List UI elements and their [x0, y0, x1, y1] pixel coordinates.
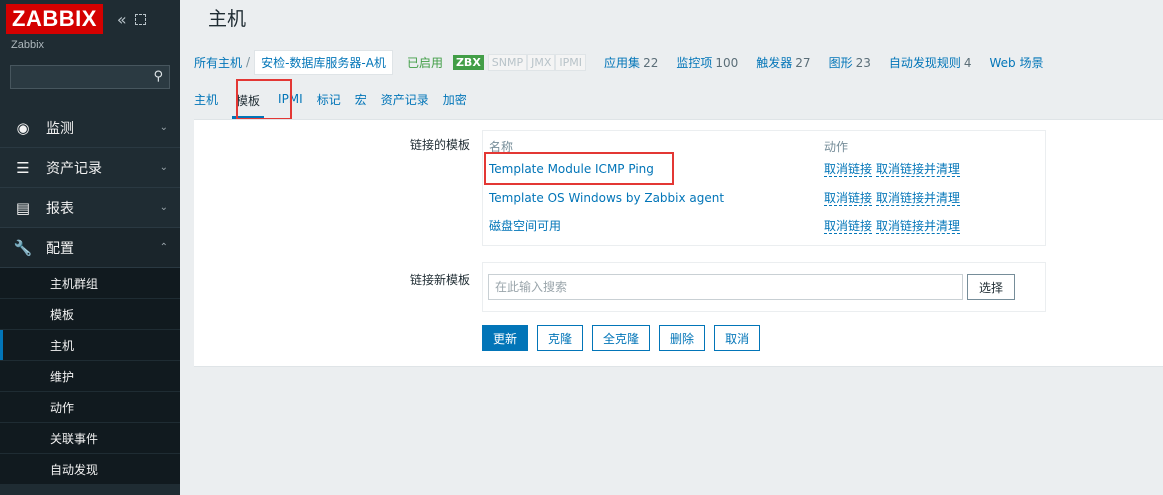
nav-link-count: 100	[715, 55, 739, 70]
eye-icon: ◉	[16, 118, 30, 137]
status-badge[interactable]: 已启用	[407, 54, 443, 71]
menu-item-label: 资产记录	[46, 160, 102, 177]
table-row: Template OS Windows by Zabbix agent	[489, 188, 724, 208]
configuration-submenu: 主机群组 模板 主机 维护 动作 关联事件 自动发现	[0, 268, 180, 485]
nav-link-graphs[interactable]: 图形 23	[829, 54, 871, 71]
tab-host[interactable]: 主机	[194, 85, 218, 119]
unlink-button[interactable]: 取消链接	[824, 219, 873, 234]
nav-link-label: 应用集	[604, 55, 641, 70]
chevron-down-icon: ⌄	[159, 122, 168, 133]
zabbix-logo[interactable]: ZABBIX	[6, 4, 103, 34]
nav-link-label: Web 场景	[989, 55, 1044, 70]
logo-row: ZABBIX «	[6, 3, 146, 35]
breadcrumb-all-hosts[interactable]: 所有主机	[194, 54, 242, 71]
submenu-correlation[interactable]: 关联事件	[0, 423, 180, 454]
submenu-hosts[interactable]: 主机	[0, 330, 180, 361]
kiosk-mode-icon[interactable]	[134, 13, 146, 25]
submenu-templates[interactable]: 模板	[0, 299, 180, 330]
sidebar-search-input[interactable]: ⚲	[10, 65, 170, 89]
unlink-button[interactable]: 取消链接	[824, 191, 873, 206]
unlink-and-clear-button[interactable]: 取消链接并清理	[876, 162, 961, 177]
page-title: 主机	[208, 8, 247, 30]
submenu-maintenance[interactable]: 维护	[0, 361, 180, 392]
column-header-action: 动作	[824, 140, 849, 154]
breadcrumb-current-host[interactable]: 安检-数据库服务器-A机	[254, 49, 393, 75]
update-button[interactable]: 更新	[482, 325, 529, 351]
link-new-templates-label: 链接新模板	[410, 273, 471, 287]
submenu-discovery[interactable]: 自动发现	[0, 454, 180, 485]
link-new-templates-box: 选择	[482, 262, 1046, 312]
server-name: Zabbix	[11, 39, 45, 51]
ipmi-availability-badge: IPMI	[555, 53, 587, 71]
nav-link-count: 4	[963, 55, 972, 70]
clone-button[interactable]: 克隆	[537, 325, 584, 351]
nav-link-items[interactable]: 监控项 100	[676, 54, 738, 71]
nav-link-count: 27	[795, 55, 811, 70]
chevron-down-icon: ⌄	[159, 162, 168, 173]
form-buttons: 更新 克隆 全克隆 删除 取消	[482, 325, 769, 351]
nav-link-label: 监控项	[676, 55, 713, 70]
template-row-highlight-box	[484, 152, 674, 185]
row-actions: 取消链接 取消链接并清理	[824, 159, 964, 179]
row-actions: 取消链接 取消链接并清理	[824, 188, 964, 208]
unlink-button[interactable]: 取消链接	[824, 162, 873, 177]
template-link[interactable]: Template OS Windows by Zabbix agent	[489, 191, 724, 205]
menu-item-inventory[interactable]: ☰ 资产记录 ⌄	[0, 148, 180, 188]
select-button[interactable]: 选择	[967, 274, 1015, 300]
jmx-availability-badge: JMX	[527, 53, 556, 71]
menu-item-reports[interactable]: ▤ 报表 ⌄	[0, 188, 180, 228]
collapse-sidebar-icon[interactable]: «	[117, 10, 127, 29]
tab-tags[interactable]: 标记	[317, 85, 341, 119]
submenu-host-groups[interactable]: 主机群组	[0, 268, 180, 299]
linked-templates-label: 链接的模板	[410, 138, 471, 152]
nav-link-count: 23	[855, 55, 871, 70]
nav-link-count: 22	[643, 55, 659, 70]
nav-link-discovery-rules[interactable]: 自动发现规则 4	[889, 54, 972, 71]
tab-macros[interactable]: 宏	[355, 85, 367, 119]
row-actions: 取消链接 取消链接并清理	[824, 216, 964, 236]
menu-item-label: 监测	[46, 120, 74, 137]
tab-inventory[interactable]: 资产记录	[381, 85, 429, 119]
wrench-icon: 🔧	[13, 238, 33, 257]
main-content: 主机 所有主机 / 安检-数据库服务器-A机 已启用 ZBX SNMP JMX …	[180, 0, 1163, 495]
nav-link-label: 图形	[828, 55, 853, 70]
template-link[interactable]: 磁盘空间可用	[489, 219, 561, 233]
nav-link-web-scenarios[interactable]: Web 场景	[990, 54, 1044, 71]
menu-item-label: 配置	[46, 240, 74, 257]
nav-link-label: 自动发现规则	[888, 55, 961, 70]
templates-form: 链接的模板 名称 动作 Template Module ICMP Ping 取消…	[194, 119, 1163, 367]
templates-tab-highlight-box	[236, 79, 292, 120]
unlink-and-clear-button[interactable]: 取消链接并清理	[876, 191, 961, 206]
delete-button[interactable]: 删除	[659, 325, 706, 351]
search-icon[interactable]: ⚲	[153, 69, 163, 84]
zbx-availability-badge: ZBX	[452, 54, 484, 70]
template-search-input[interactable]	[488, 274, 963, 300]
chevron-down-icon: ⌄	[159, 202, 168, 213]
host-navigation: 所有主机 / 安检-数据库服务器-A机 已启用 ZBX SNMP JMX IPM…	[194, 47, 1044, 77]
linked-templates-table: 名称 动作 Template Module ICMP Ping 取消链接 取消链接…	[482, 130, 1046, 246]
nav-link-triggers[interactable]: 触发器 27	[756, 54, 810, 71]
menu-item-label: 报表	[46, 200, 74, 217]
menu-item-monitoring[interactable]: ◉ 监测 ⌄	[0, 108, 180, 148]
menu-item-configuration[interactable]: 🔧 配置 ⌃	[0, 228, 180, 268]
main-menu: ◉ 监测 ⌄ ☰ 资产记录 ⌄ ▤ 报表 ⌄ 🔧 配置 ⌃ 主机群组 模板 主机…	[0, 108, 180, 485]
nav-link-label: 触发器	[756, 55, 793, 70]
submenu-actions[interactable]: 动作	[0, 392, 180, 423]
list-icon: ☰	[16, 158, 30, 177]
chevron-up-icon: ⌃	[159, 242, 168, 253]
tab-encryption[interactable]: 加密	[443, 85, 467, 119]
unlink-and-clear-button[interactable]: 取消链接并清理	[876, 219, 961, 234]
breadcrumb-separator: /	[246, 55, 251, 69]
bar-chart-icon: ▤	[15, 198, 31, 217]
table-row: 磁盘空间可用	[489, 216, 561, 236]
cancel-button[interactable]: 取消	[714, 325, 761, 351]
nav-link-applications[interactable]: 应用集 22	[604, 54, 658, 71]
full-clone-button[interactable]: 全克隆	[592, 325, 651, 351]
snmp-availability-badge: SNMP	[487, 53, 528, 71]
sidebar: ZABBIX « Zabbix ⚲ ◉ 监测 ⌄ ☰ 资产记录 ⌄ ▤ 报表 ⌄…	[0, 0, 180, 495]
